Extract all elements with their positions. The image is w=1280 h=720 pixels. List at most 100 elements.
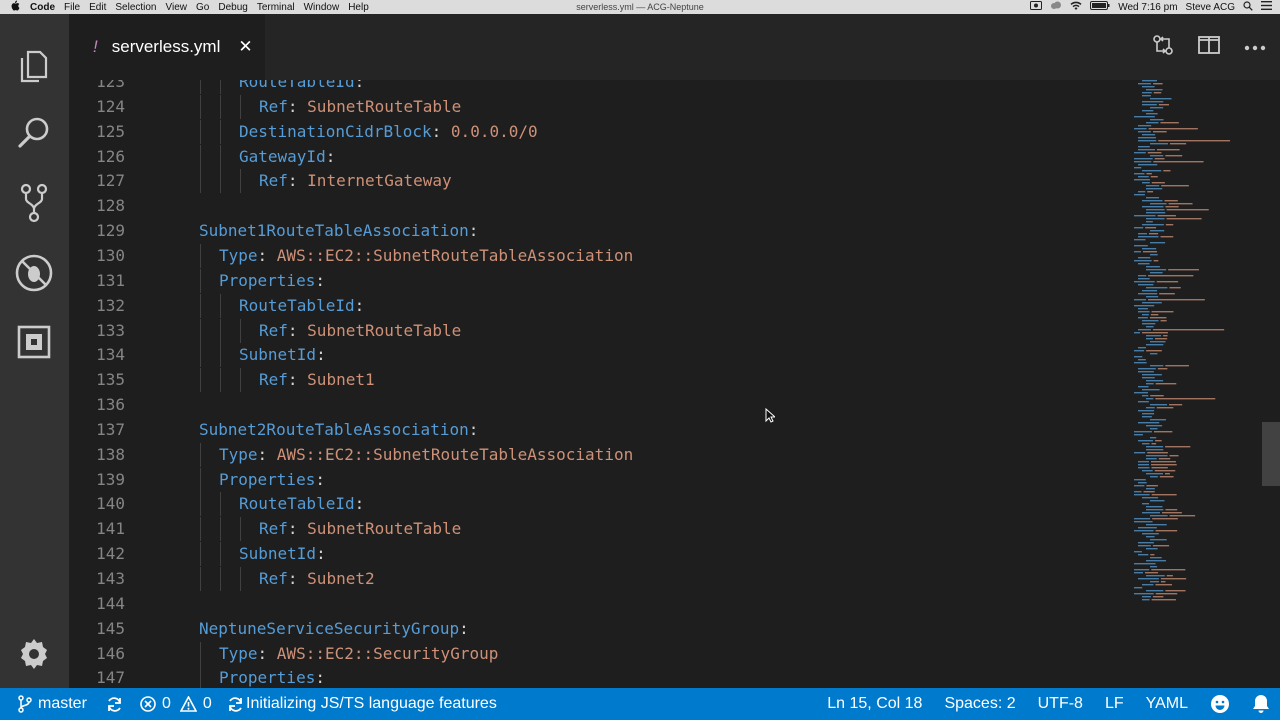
notifications-bell-icon[interactable]: [1252, 694, 1270, 714]
minimap-line: [1146, 383, 1154, 385]
code-line[interactable]: 145 NeptuneServiceSecurityGroup:: [69, 617, 1129, 641]
line-number: 146: [96, 643, 125, 663]
user-name[interactable]: Steve ACG: [1186, 2, 1235, 13]
menu-help[interactable]: Help: [348, 2, 376, 13]
code-line[interactable]: 146 Type: AWS::EC2::SecurityGroup: [69, 641, 1129, 666]
minimap-line: [1164, 200, 1178, 202]
language-mode[interactable]: YAML: [1146, 695, 1188, 713]
minimap-line: [1142, 314, 1149, 316]
wifi-icon[interactable]: [1070, 1, 1082, 14]
close-tab-icon[interactable]: ✕: [238, 37, 252, 57]
more-actions-icon[interactable]: [1244, 38, 1266, 56]
indent-guide: [220, 80, 221, 94]
notification-center-icon[interactable]: [1261, 1, 1272, 13]
minimap-line: [1134, 530, 1154, 532]
menu-terminal[interactable]: Terminal: [257, 2, 302, 13]
code-line[interactable]: 134 SubnetId:: [69, 343, 1129, 368]
apple-menu-icon[interactable]: [0, 0, 30, 14]
line-number: 136: [96, 395, 125, 415]
source-control-icon[interactable]: [12, 181, 56, 225]
language-status[interactable]: Initializing JS/TS language features: [227, 688, 497, 720]
sync-button[interactable]: [106, 688, 123, 720]
debug-icon[interactable]: [12, 251, 56, 295]
minimap-line: [1146, 473, 1163, 475]
code-line[interactable]: 129 Subnet1RouteTableAssociation:: [69, 219, 1129, 243]
minimap[interactable]: [1130, 80, 1266, 688]
minimap-line: [1162, 512, 1182, 514]
feedback-smiley-icon[interactable]: [1210, 694, 1230, 714]
minimap-line: [1153, 92, 1162, 94]
minimap-line: [1134, 215, 1156, 217]
menu-file[interactable]: File: [64, 2, 87, 13]
editor-scrollbar-thumb[interactable]: [1262, 422, 1280, 486]
branch-indicator[interactable]: master: [18, 688, 87, 720]
clock[interactable]: Wed 7:16 pm: [1118, 2, 1177, 13]
code-line[interactable]: 137 Subnet2RouteTableAssociation:: [69, 418, 1129, 442]
indent-guide: [200, 80, 201, 94]
screen-record-icon[interactable]: [1030, 1, 1043, 13]
yaml-key: Subnet2RouteTableAssociation: [199, 419, 469, 439]
problems-indicator[interactable]: 0 0: [140, 688, 212, 720]
code-line[interactable]: 130 Type: AWS::EC2::SubnetRouteTableAssoc…: [69, 243, 1129, 268]
battery-icon[interactable]: [1090, 1, 1110, 13]
code-line[interactable]: 136: [69, 393, 1129, 417]
file-encoding[interactable]: UTF-8: [1038, 695, 1083, 713]
code-line[interactable]: 141 Ref: SubnetRouteTable: [69, 517, 1129, 542]
code-line[interactable]: 133 Ref: SubnetRouteTable: [69, 318, 1129, 343]
creative-cloud-icon[interactable]: [1050, 1, 1062, 13]
code-line[interactable]: 127 Ref: InternetGateway: [69, 169, 1129, 194]
yaml-colon: :: [287, 569, 308, 588]
end-of-line[interactable]: LF: [1105, 695, 1124, 713]
minimap-line: [1138, 293, 1158, 295]
code-line[interactable]: 144: [69, 592, 1129, 616]
code-line[interactable]: 124 Ref: SubnetRouteTable: [69, 94, 1129, 119]
spotlight-search-icon[interactable]: [1243, 0, 1253, 14]
menu-selection[interactable]: Selection: [115, 2, 163, 13]
minimap-line: [1134, 251, 1141, 253]
cursor-position[interactable]: Ln 15, Col 18: [827, 695, 922, 713]
code-line[interactable]: 139 Properties:: [69, 467, 1129, 492]
explorer-icon[interactable]: [12, 44, 56, 88]
minimap-line: [1160, 578, 1187, 580]
code-line[interactable]: 135 Ref: Subnet1: [69, 368, 1129, 393]
menu-debug[interactable]: Debug: [218, 2, 254, 13]
minimap-line: [1134, 479, 1146, 481]
code-line[interactable]: 143 Ref: Subnet2: [69, 567, 1129, 591]
minimap-line: [1150, 155, 1164, 157]
code-editor[interactable]: 123 RouteTableId: 124 Ref: SubnetRouteTable…: [69, 80, 1280, 688]
search-icon[interactable]: [12, 111, 56, 155]
menu-go[interactable]: Go: [196, 2, 216, 13]
menu-window[interactable]: Window: [304, 2, 347, 13]
open-changes-icon[interactable]: [1152, 34, 1174, 61]
minimap-line: [1156, 281, 1179, 283]
code-line[interactable]: 142 SubnetId:: [69, 542, 1129, 567]
split-editor-icon[interactable]: [1198, 35, 1220, 60]
code-line[interactable]: 132 RouteTableId:: [69, 293, 1129, 318]
minimap-line: [1149, 317, 1167, 319]
menu-edit[interactable]: Edit: [89, 2, 113, 13]
indentation[interactable]: Spaces: 2: [944, 695, 1015, 713]
code-line[interactable]: 140 RouteTableId:: [69, 492, 1129, 517]
minimap-line: [1155, 584, 1172, 586]
code-line[interactable]: 131 Properties:: [69, 268, 1129, 293]
code-line[interactable]: 125 DestinationCidrBlock: 0.0.0.0/0: [69, 119, 1129, 144]
minimap-line: [1153, 161, 1204, 163]
code-line[interactable]: 128: [69, 194, 1129, 218]
minimap-line: [1134, 161, 1152, 163]
code-line[interactable]: 138 Type: AWS::EC2::SubnetRouteTableAssoc…: [69, 442, 1129, 467]
menu-code[interactable]: Code: [30, 2, 62, 13]
code-line[interactable]: 126 GatewayId:: [69, 144, 1129, 169]
tab-serverless-yml[interactable]: ! serverless.yml ✕: [69, 14, 265, 80]
indent-guide: [220, 169, 221, 194]
code-line[interactable]: 123 RouteTableId:: [69, 80, 1129, 94]
extensions-icon[interactable]: [12, 320, 56, 364]
line-number: 131: [96, 270, 125, 290]
line-number: 126: [96, 146, 125, 166]
settings-gear-icon[interactable]: [12, 632, 56, 676]
minimap-line: [1142, 497, 1159, 499]
code-line[interactable]: 147 Properties:: [69, 666, 1129, 688]
menu-view[interactable]: View: [166, 2, 195, 13]
code-text: Type: AWS::EC2::SecurityGroup: [219, 642, 498, 666]
minimap-line: [1134, 392, 1148, 394]
indent-guide: [200, 268, 201, 293]
